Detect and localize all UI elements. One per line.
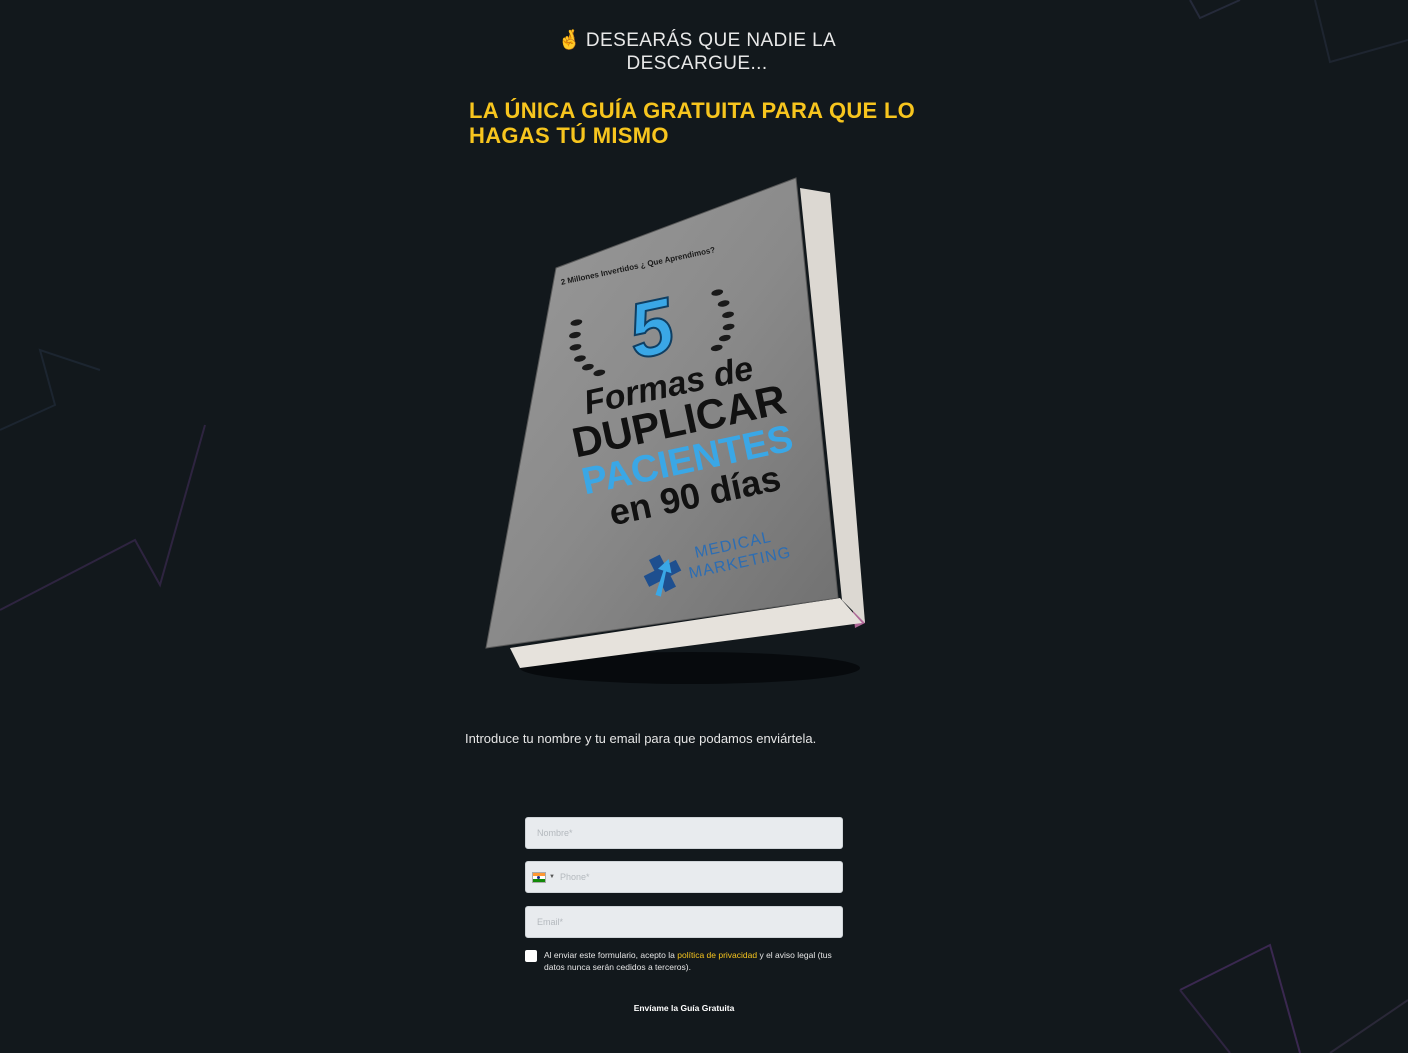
consent-text-before: Al enviar este formulario, acepto la bbox=[544, 950, 678, 960]
consent-row: Al enviar este formulario, acepto la pol… bbox=[525, 949, 843, 973]
book-cover-image: 2 Millones Invertidos ¿ Que Aprendimos? … bbox=[470, 168, 880, 698]
phone-input[interactable] bbox=[554, 862, 842, 892]
form-instructions: Introduce tu nombre y tu email para que … bbox=[465, 731, 817, 746]
teaser-text: 🤞 DESEARÁS QUE NADIE LA DESCARGUE... bbox=[552, 29, 842, 75]
consent-checkbox[interactable] bbox=[525, 950, 537, 962]
page-headline: LA ÚNICA GUÍA GRATUITA PARA QUE LO HAGAS… bbox=[469, 98, 916, 148]
name-field-wrapper bbox=[525, 817, 843, 849]
email-field-wrapper bbox=[525, 906, 843, 938]
teaser-label: DESEARÁS QUE NADIE LA DESCARGUE... bbox=[585, 30, 837, 74]
email-input[interactable] bbox=[526, 907, 842, 937]
india-flag-icon[interactable] bbox=[532, 871, 546, 883]
submit-button[interactable]: Envíame la Guía Gratuita bbox=[584, 998, 784, 1018]
crossed-fingers-icon: 🤞 bbox=[557, 30, 582, 51]
name-input[interactable] bbox=[526, 818, 842, 848]
consent-text: Al enviar este formulario, acepto la pol… bbox=[544, 949, 843, 973]
phone-field-wrapper: ▼ bbox=[525, 861, 843, 893]
privacy-policy-link[interactable]: política de privacidad bbox=[677, 950, 757, 960]
